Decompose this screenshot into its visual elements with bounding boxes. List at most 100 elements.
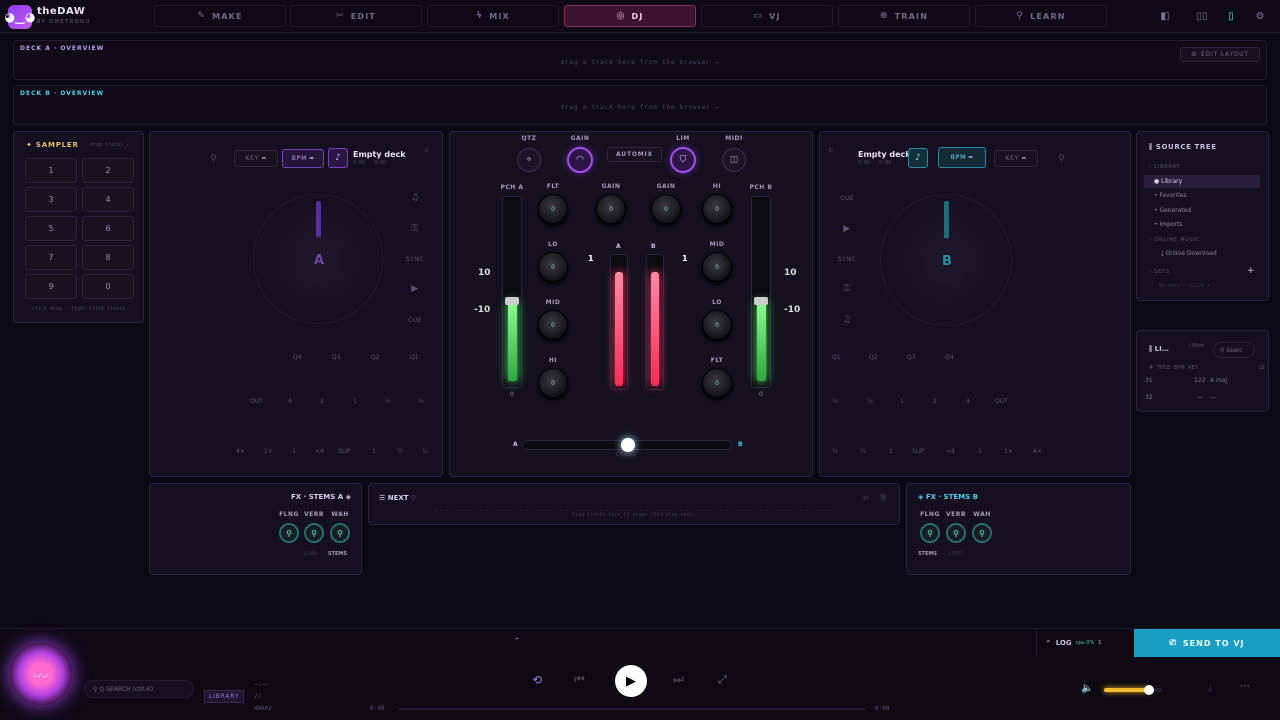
pitch-a-thumb[interactable] — [505, 297, 519, 305]
library-search-input[interactable]: ⚲ searc — [1213, 342, 1255, 358]
tab-edit[interactable]: ✂ EDIT — [290, 5, 422, 27]
mid-b-knob[interactable]: 0 — [702, 252, 732, 282]
play-icon[interactable]: ▶ — [830, 216, 864, 242]
send-to-vj-button[interactable]: ⎚ SEND TO VJ — [1134, 629, 1280, 657]
sampler-pad[interactable]: 7 — [25, 245, 77, 270]
slip-button[interactable]: SLIP — [912, 448, 925, 455]
midi-icon[interactable]: ◫ — [722, 148, 746, 172]
next-drop-hint[interactable]: Drag tracks here to stage them play-next… — [435, 510, 833, 518]
lo-a-knob[interactable]: 0 — [538, 252, 568, 282]
headphones-icon[interactable]: ♫ — [830, 307, 864, 333]
hotcue-button[interactable]: Q2 — [869, 354, 878, 361]
transport-button[interactable]: 1× — [1004, 448, 1013, 455]
wah-knob[interactable]: ⚲ — [972, 523, 992, 543]
transport-button[interactable]: 4× — [1033, 448, 1042, 455]
skip-back-icon[interactable]: ⏮ — [574, 672, 585, 687]
loop-button[interactable]: OUT — [995, 398, 1008, 405]
shield-icon[interactable]: ⛉ — [670, 147, 696, 173]
transport-button[interactable]: -1 — [290, 448, 296, 455]
deck-b-bpm-button[interactable]: BPM ━ — [938, 147, 986, 168]
sidebar-toggle-icon[interactable]: ◧ — [1156, 7, 1174, 25]
fx-b-load-tab[interactable]: LOAD — [949, 551, 963, 557]
lock-icon[interactable]: ⚿ — [830, 276, 864, 302]
transport-button[interactable]: ½ — [860, 448, 866, 455]
crossfader-thumb[interactable] — [621, 438, 635, 452]
loop-button[interactable]: OUT — [250, 398, 263, 405]
pitch-b-thumb[interactable] — [754, 297, 768, 305]
quantize-icon[interactable]: ⌖ — [517, 148, 541, 172]
flanger-knob[interactable]: ⚲ — [920, 523, 940, 543]
deck-a-overview[interactable]: DECK A · OVERVIEW drag a track here from… — [13, 40, 1267, 80]
trash-icon[interactable]: 🗑 — [879, 494, 888, 502]
online-music-label[interactable]: › ONLINE MUSIC — [1149, 237, 1200, 243]
transport-button[interactable]: <4 — [315, 448, 324, 455]
loop-button[interactable]: 4 — [288, 398, 292, 405]
play-icon[interactable]: ▶ — [398, 276, 432, 302]
transport-button[interactable]: ¼ — [832, 448, 838, 455]
gain-b-knob[interactable]: 0 — [651, 194, 681, 224]
tab-make[interactable]: ✎ MAKE — [154, 5, 286, 27]
loop-button[interactable]: ½ — [385, 398, 391, 405]
reverb-knob[interactable]: ⚲ — [946, 523, 966, 543]
flt-a-knob[interactable]: 0 — [538, 194, 568, 224]
deck-b-cue-button[interactable]: CUE — [830, 185, 864, 211]
music-note-icon[interactable]: ♪ — [908, 148, 928, 168]
table-row[interactable]: 31 122 A maj — [1137, 375, 1268, 387]
loop-button[interactable]: ¼ — [418, 398, 424, 405]
hotcue-button[interactable]: Q2 — [371, 354, 380, 361]
pitch-a-fader[interactable] — [502, 196, 522, 388]
deck-a-key-button[interactable]: KEY ━ — [234, 150, 278, 167]
deck-a-platter[interactable]: A — [253, 194, 383, 324]
lock-icon[interactable]: ⚿ — [398, 216, 432, 242]
headphones-icon[interactable]: ♫ — [398, 185, 432, 211]
volume-slider[interactable] — [1104, 685, 1162, 695]
transport-button[interactable]: 1× — [264, 448, 273, 455]
log-toggle[interactable]: ⌃ LOG cpu 0% 1 — [1036, 629, 1134, 657]
play-button[interactable]: ▶ — [615, 665, 647, 697]
deck-a-cue-button[interactable]: CUE — [398, 307, 432, 333]
sampler-pad[interactable]: 3 — [25, 187, 77, 212]
sets-label[interactable]: › SETS — [1149, 269, 1170, 275]
flanger-knob[interactable]: ⚲ — [279, 523, 299, 543]
deck-b-overview[interactable]: DECK B · OVERVIEW drag a track here from… — [13, 85, 1267, 125]
tab-vj[interactable]: ▭ VJ — [701, 5, 833, 27]
transport-button[interactable]: 1 — [372, 448, 376, 455]
tab-mix[interactable]: ϟ MIX — [427, 5, 559, 27]
sampler-pad[interactable]: 4 — [82, 187, 134, 212]
hotcue-button[interactable]: Q1 — [832, 354, 841, 361]
sampler-pad[interactable]: 8 — [82, 245, 134, 270]
music-note-icon[interactable]: ♪ — [328, 148, 348, 168]
gear-icon[interactable]: ⚙ — [1251, 7, 1269, 25]
transport-button[interactable]: -1 — [976, 448, 982, 455]
repeat-icon[interactable]: ⟲ — [532, 673, 542, 687]
avatar-orb[interactable]: ◡◡ — [10, 643, 72, 705]
deck-a-bpm-button[interactable]: BPM ━ — [282, 149, 324, 168]
sampler-pad[interactable]: 0 — [82, 274, 134, 299]
channel-b-fader[interactable] — [646, 254, 664, 390]
hotcue-button[interactable]: Q4 — [945, 354, 954, 361]
hi-b-knob[interactable]: 0 — [702, 194, 732, 224]
library-section-label[interactable]: › LIBRARY — [1149, 164, 1180, 170]
settings-small-icon[interactable]: ⚙ — [828, 147, 833, 154]
loop-button[interactable]: ¼ — [832, 398, 838, 405]
phone-icon[interactable]: ▯ — [1222, 7, 1240, 25]
automix-button[interactable]: AUTOMIX — [607, 147, 662, 162]
settings-small-icon[interactable]: ⚙ — [424, 147, 429, 154]
transport-button[interactable]: <4 — [946, 448, 955, 455]
quick-search-input[interactable]: ⚲ Q-SEARCH (ctrl-K) — [84, 680, 194, 698]
tab-learn[interactable]: ⚲ LEARN — [975, 5, 1107, 27]
app-logo[interactable]: ◕‿◕ — [5, 5, 35, 29]
sampler-pad[interactable]: 5 — [25, 216, 77, 241]
mid-a-knob[interactable]: 0 — [538, 310, 568, 340]
chevron-up-icon[interactable]: ⌃ — [513, 637, 521, 647]
volume-icon[interactable]: 🔈 — [1081, 683, 1093, 694]
loop-button[interactable]: 1 — [900, 398, 904, 405]
loop-button[interactable]: 2 — [933, 398, 937, 405]
sampler-pad[interactable]: 6 — [82, 216, 134, 241]
transport-button[interactable]: ¼ — [422, 448, 428, 455]
loop-button[interactable]: ½ — [867, 398, 873, 405]
deck-a-sync-button[interactable]: SYNC — [398, 246, 432, 272]
sampler-pad[interactable]: 1 — [25, 158, 77, 183]
skip-forward-icon[interactable]: ⏭ — [673, 672, 684, 687]
book-icon[interactable]: ▯▯ — [1193, 7, 1211, 25]
